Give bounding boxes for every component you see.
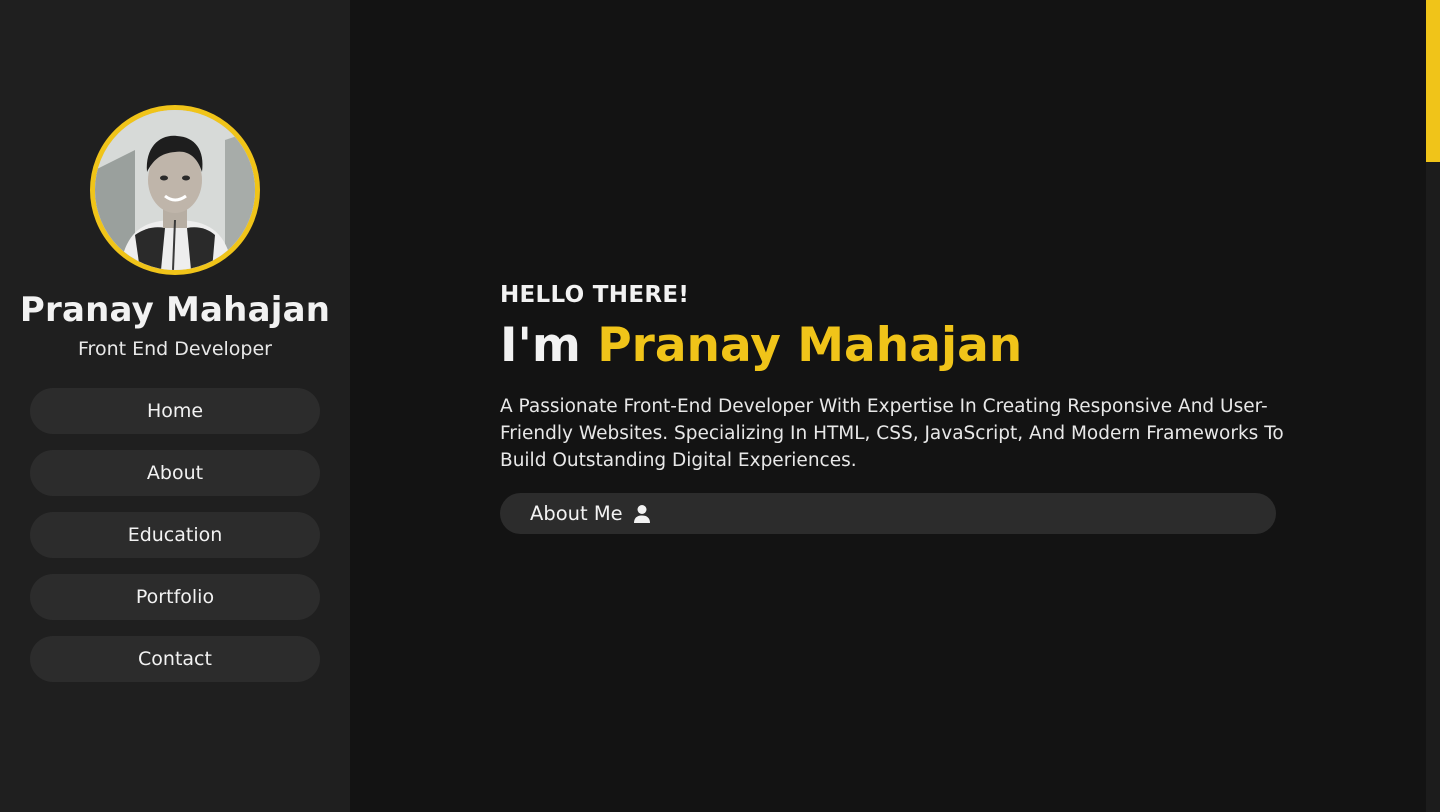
profile-name: Pranay Mahajan [19, 290, 331, 330]
sidebar-nav: Home About Education Portfolio Contact [30, 388, 320, 698]
scrollbar-thumb[interactable] [1426, 0, 1440, 162]
sidebar: Pranay Mahajan Front End Developer Home … [0, 0, 350, 812]
nav-item-home[interactable]: Home [30, 388, 320, 434]
hero-greeting: HELLO THERE! [500, 282, 690, 308]
nav-item-education[interactable]: Education [30, 512, 320, 558]
avatar [90, 105, 260, 275]
profile-role: Front End Developer [78, 338, 272, 360]
headline-prefix: I'm [500, 318, 598, 373]
nav-item-contact[interactable]: Contact [30, 636, 320, 682]
nav-item-about[interactable]: About [30, 450, 320, 496]
hero-intro: A Passionate Front-End Developer With Ex… [500, 396, 1284, 471]
nav-item-portfolio[interactable]: Portfolio [30, 574, 320, 620]
about-me-button[interactable]: About Me [500, 493, 1276, 534]
headline-name: Pranay Mahajan [597, 318, 1023, 373]
avatar-photo [95, 110, 255, 270]
about-me-label: About Me [530, 502, 623, 525]
hero-headline: I'm Pranay Mahajan [500, 318, 1022, 373]
user-icon [633, 504, 651, 524]
page: Pranay Mahajan Front End Developer Home … [0, 0, 1440, 812]
